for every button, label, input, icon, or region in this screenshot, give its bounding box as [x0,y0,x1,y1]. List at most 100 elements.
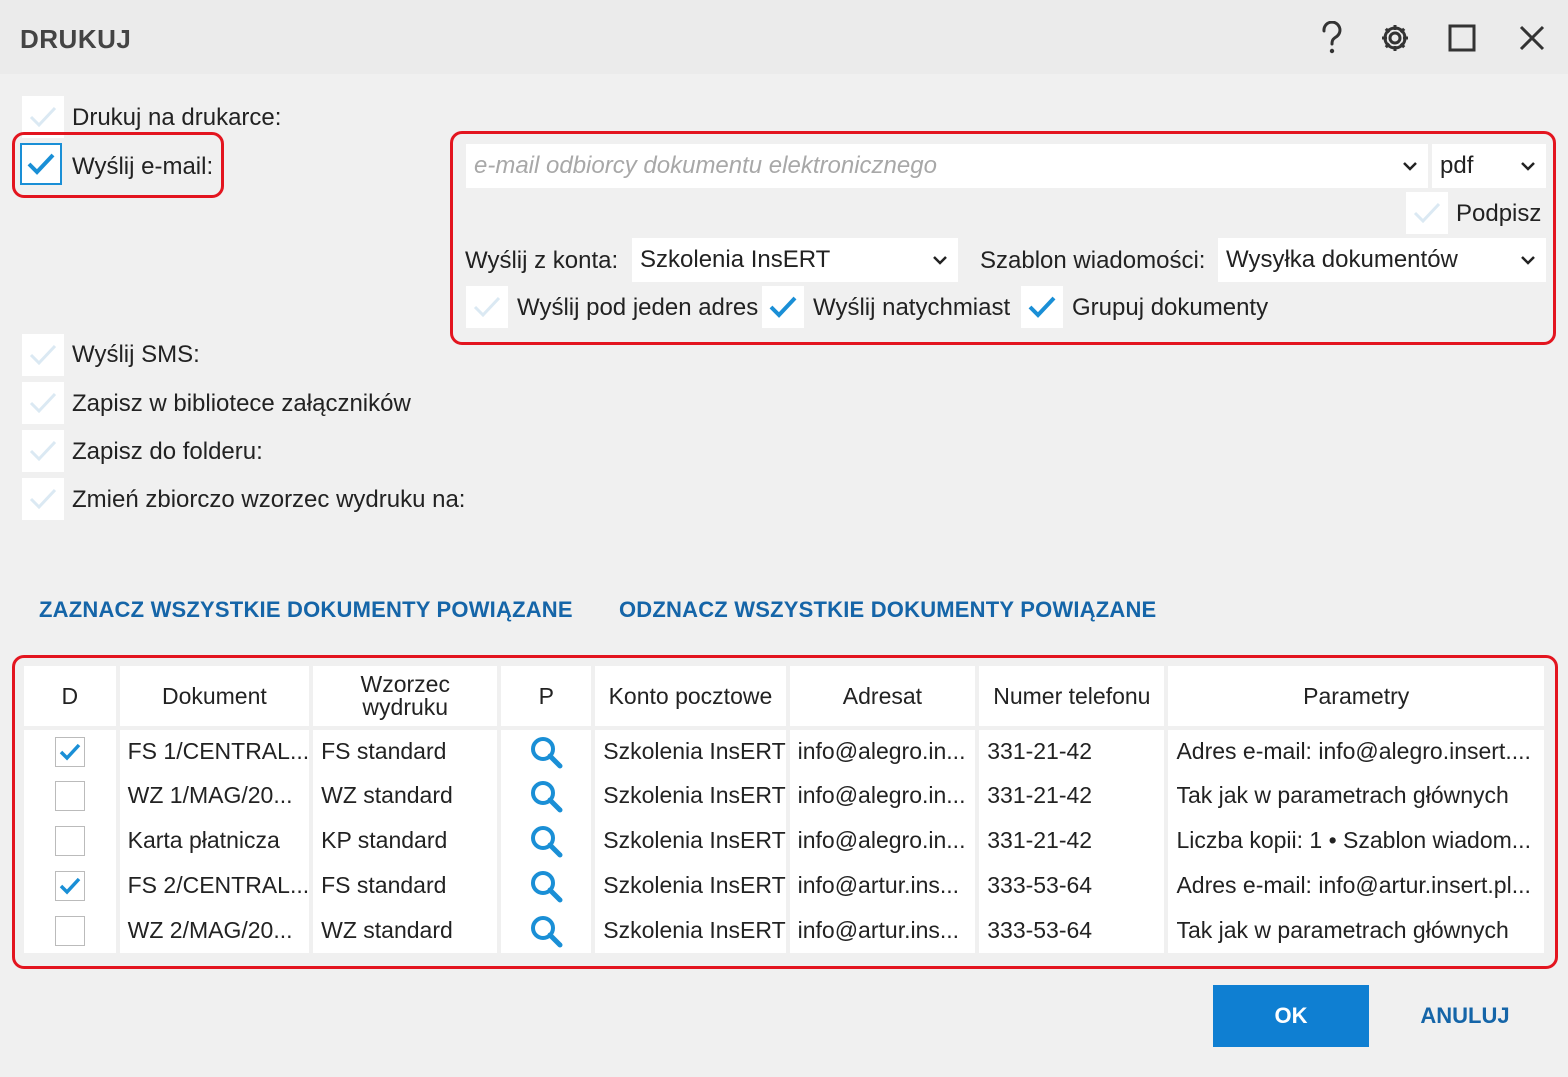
format-select[interactable]: pdf [1432,144,1546,188]
search-icon[interactable] [529,914,563,948]
folder-checkbox[interactable] [22,430,64,472]
email-label: Wyślij e-mail: [72,153,214,180]
account-cell: Szkolenia InsERT [593,818,790,863]
column-header-template[interactable]: Wzorzec wydruku [311,666,502,730]
window-title: DRUKUJ [20,24,132,54]
row-checkbox-cell[interactable] [24,908,120,953]
documents-table: D Dokument Wzorzec wydruku P Konto poczto… [24,666,1548,953]
recipient-cell: info@alegro.in... [787,773,980,818]
recipient-cell: info@artur.ins... [787,908,980,953]
recipient-cell: info@alegro.in... [787,818,980,863]
row-checkbox-cell[interactable] [24,863,120,908]
print-label: Drukuj na drukarce: [72,104,282,131]
template-change-label: Zmień zbiorczo wzorzec wydruku na: [72,486,466,513]
template-cell: FS standard [311,728,502,773]
row-checkbox[interactable] [54,825,85,856]
document-cell: FS 1/CENTRAL... [117,728,314,773]
template-cell: FS standard [311,863,502,908]
recipient-cell: info@alegro.in... [787,728,980,773]
send-now-checkbox[interactable] [762,286,804,328]
message-template-label: Szablon wiadomości: [980,247,1206,274]
params-cell: Adres e-mail: info@alegro.insert.... [1166,728,1548,773]
document-cell: WZ 1/MAG/20... [117,773,314,818]
template-cell: KP standard [311,818,502,863]
format-value: pdf [1440,152,1474,179]
gear-icon[interactable] [1377,18,1413,58]
single-address-checkbox[interactable] [466,286,508,328]
search-icon[interactable] [529,824,563,858]
chevron-down-icon[interactable] [1510,255,1546,265]
column-header-params[interactable]: Parametry [1166,666,1548,730]
table-row[interactable]: WZ 1/MAG/20... WZ standard Szkolenia InsER… [24,773,1548,818]
table-row[interactable]: Karta płatnicza KP standard Szkolenia InsE… [24,818,1548,863]
message-template-select[interactable]: Wysyłka dokumentów [1218,238,1546,282]
column-header-account[interactable]: Konto pocztowe [593,666,790,730]
send-now-label: Wyślij natychmiast [813,294,1011,321]
preview-cell[interactable] [499,728,596,773]
folder-label: Zapisz do folderu: [72,438,263,465]
column-header-p[interactable]: P [499,666,596,730]
row-checkbox[interactable] [54,736,85,767]
template-change-checkbox[interactable] [22,478,64,520]
preview-cell[interactable] [499,818,596,863]
library-checkbox[interactable] [22,382,64,424]
phone-cell: 333-53-64 [977,908,1169,953]
message-template-value: Wysyłka dokumentów [1226,246,1458,273]
close-icon[interactable] [1514,18,1550,58]
preview-cell[interactable] [499,773,596,818]
column-header-phone[interactable]: Numer telefonu [977,666,1169,730]
recipient-email-combo[interactable]: e-mail odbiorcy dokumentu elektroniczneg… [466,144,1428,188]
document-cell: Karta płatnicza [117,818,314,863]
row-checkbox[interactable] [54,780,85,811]
phone-cell: 331-21-42 [977,728,1169,773]
recipient-email-placeholder: e-mail odbiorcy dokumentu elektroniczneg… [474,152,937,179]
recipient-cell: info@artur.ins... [787,863,980,908]
preview-cell[interactable] [499,908,596,953]
deselect-all-related-link[interactable]: ODZNACZ WSZYSTKIE DOKUMENTY POWIĄZANE [619,597,1156,623]
params-cell: Tak jak w parametrach głównych [1166,773,1548,818]
account-value: Szkolenia InsERT [640,246,831,273]
account-cell: Szkolenia InsERT [593,773,790,818]
phone-cell: 331-21-42 [977,773,1169,818]
template-cell: WZ standard [311,908,502,953]
group-documents-checkbox[interactable] [1021,286,1063,328]
params-cell: Tak jak w parametrach głównych [1166,908,1548,953]
row-checkbox-cell[interactable] [24,728,120,773]
account-select[interactable]: Szkolenia InsERT [632,238,958,282]
row-checkbox[interactable] [54,915,85,946]
search-icon[interactable] [529,779,563,813]
column-header-d[interactable]: D [24,666,120,730]
table-row[interactable]: FS 2/CENTRAL... FS standard Szkolenia InsE… [24,863,1548,908]
sms-checkbox[interactable] [22,334,64,376]
column-header-document[interactable]: Dokument [117,666,314,730]
preview-cell[interactable] [499,863,596,908]
table-row[interactable]: FS 1/CENTRAL... FS standard Szkolenia InsE… [24,728,1548,773]
email-checkbox[interactable] [20,143,62,185]
ok-button[interactable]: OK [1213,985,1369,1047]
document-cell: WZ 2/MAG/20... [117,908,314,953]
cancel-button[interactable]: ANULUJ [1400,985,1530,1047]
row-checkbox[interactable] [54,870,85,901]
row-checkbox-cell[interactable] [24,818,120,863]
select-all-related-link[interactable]: ZAZNACZ WSZYSTKIE DOKUMENTY POWIĄZANE [39,597,573,623]
search-icon[interactable] [529,735,563,769]
account-cell: Szkolenia InsERT [593,863,790,908]
template-cell: WZ standard [311,773,502,818]
column-header-recipient[interactable]: Adresat [787,666,980,730]
params-cell: Liczba kopii: 1 • Szablon wiadom... [1166,818,1548,863]
account-cell: Szkolenia InsERT [593,728,790,773]
sign-checkbox[interactable] [1406,192,1448,234]
group-documents-label: Grupuj dokumenty [1072,294,1269,321]
library-label: Zapisz w bibliotece załączników [72,390,411,417]
chevron-down-icon[interactable] [922,255,958,265]
table-row[interactable]: WZ 2/MAG/20... WZ standard Szkolenia InsER… [24,908,1548,953]
chevron-down-icon[interactable] [1510,161,1546,171]
column-header-template-line2: wydruku [362,694,449,720]
search-icon[interactable] [529,869,563,903]
chevron-down-icon[interactable] [1392,161,1428,171]
maximize-icon[interactable] [1444,18,1480,58]
row-checkbox-cell[interactable] [24,773,120,818]
phone-cell: 333-53-64 [977,863,1169,908]
title-bar: DRUKUJ [0,0,1568,74]
help-icon[interactable] [1314,18,1350,58]
